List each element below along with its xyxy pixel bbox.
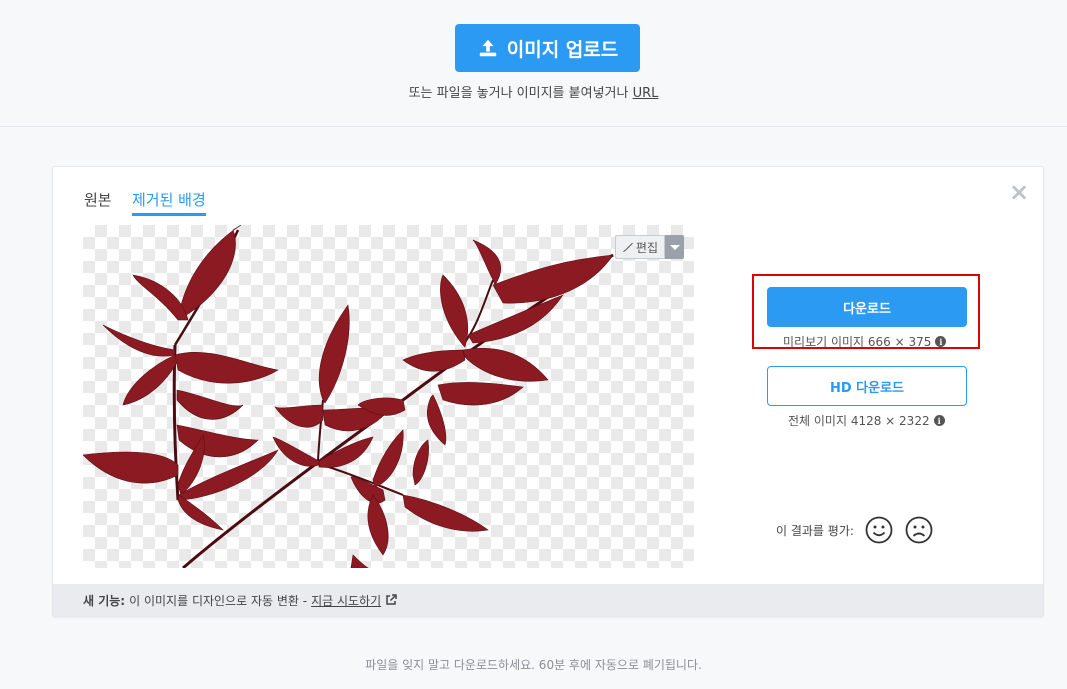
full-info-text: 전체 이미지 4128 × 2322 (788, 414, 930, 428)
info-icon[interactable]: i (935, 336, 947, 347)
new-feature-prefix: 새 기능: (83, 593, 126, 608)
tab-original[interactable]: 원본 (84, 189, 112, 213)
upload-icon (479, 39, 496, 57)
download-button[interactable]: 다운로드 (767, 287, 967, 327)
frown-icon[interactable] (904, 515, 934, 545)
try-now-link[interactable]: 지금 시도하기 (311, 592, 381, 609)
auto-delete-notice: 파일을 잊지 말고 다운로드하세요. 60분 후에 자동으로 폐기됩니다. (365, 658, 702, 672)
edit-dropdown-chevron-down-icon[interactable] (665, 235, 684, 259)
drop-hint: 또는 파일을 놓거나 이미지를 붙여넣거나 URL (0, 82, 1067, 101)
new-feature-banner: 새 기능: 이 이미지를 디자인으로 자동 변환 - 지금 시도하기 (53, 584, 1043, 616)
drop-hint-text: 또는 파일을 놓거나 이미지를 붙여넣거나 (408, 86, 629, 101)
close-icon[interactable]: × (1009, 180, 1029, 204)
edit-button[interactable]: 편집 (614, 235, 665, 259)
url-link[interactable]: URL (633, 86, 659, 101)
edit-button-label: 편집 (635, 240, 658, 255)
external-link-icon[interactable] (385, 594, 397, 606)
upload-image-button[interactable]: 이미지 업로드 (455, 24, 640, 72)
upload-area[interactable]: 이미지 업로드 또는 파일을 놓거나 이미지를 붙여넣거나 URL (0, 0, 1067, 127)
full-image-info: 전체 이미지 4128 × 2322 i (788, 412, 945, 429)
info-icon[interactable]: i (933, 415, 945, 426)
preview-info-text: 미리보기 이미지 666 × 375 (783, 335, 932, 349)
leaf-branch-image (83, 225, 614, 568)
smile-icon[interactable] (864, 515, 894, 545)
hd-download-button[interactable]: HD 다운로드 (767, 366, 967, 406)
edit-control: 편집 (614, 235, 684, 259)
upload-button-label: 이미지 업로드 (506, 38, 619, 61)
brush-icon (622, 242, 633, 252)
preview-image-info: 미리보기 이미지 666 × 375 i (783, 333, 947, 350)
tab-removed-background[interactable]: 제거된 배경 (132, 189, 206, 216)
result-image-preview: 편집 (83, 225, 694, 568)
rate-label: 이 결과를 평가: (776, 523, 854, 538)
rate-result: 이 결과를 평가: (776, 515, 934, 545)
result-card: 원본 제거된 배경 × 편집 다운로드 미리보기 이미지 666 × 375 i… (52, 166, 1044, 617)
new-feature-text: 이 이미지를 디자인으로 자동 변환 - (129, 593, 308, 608)
